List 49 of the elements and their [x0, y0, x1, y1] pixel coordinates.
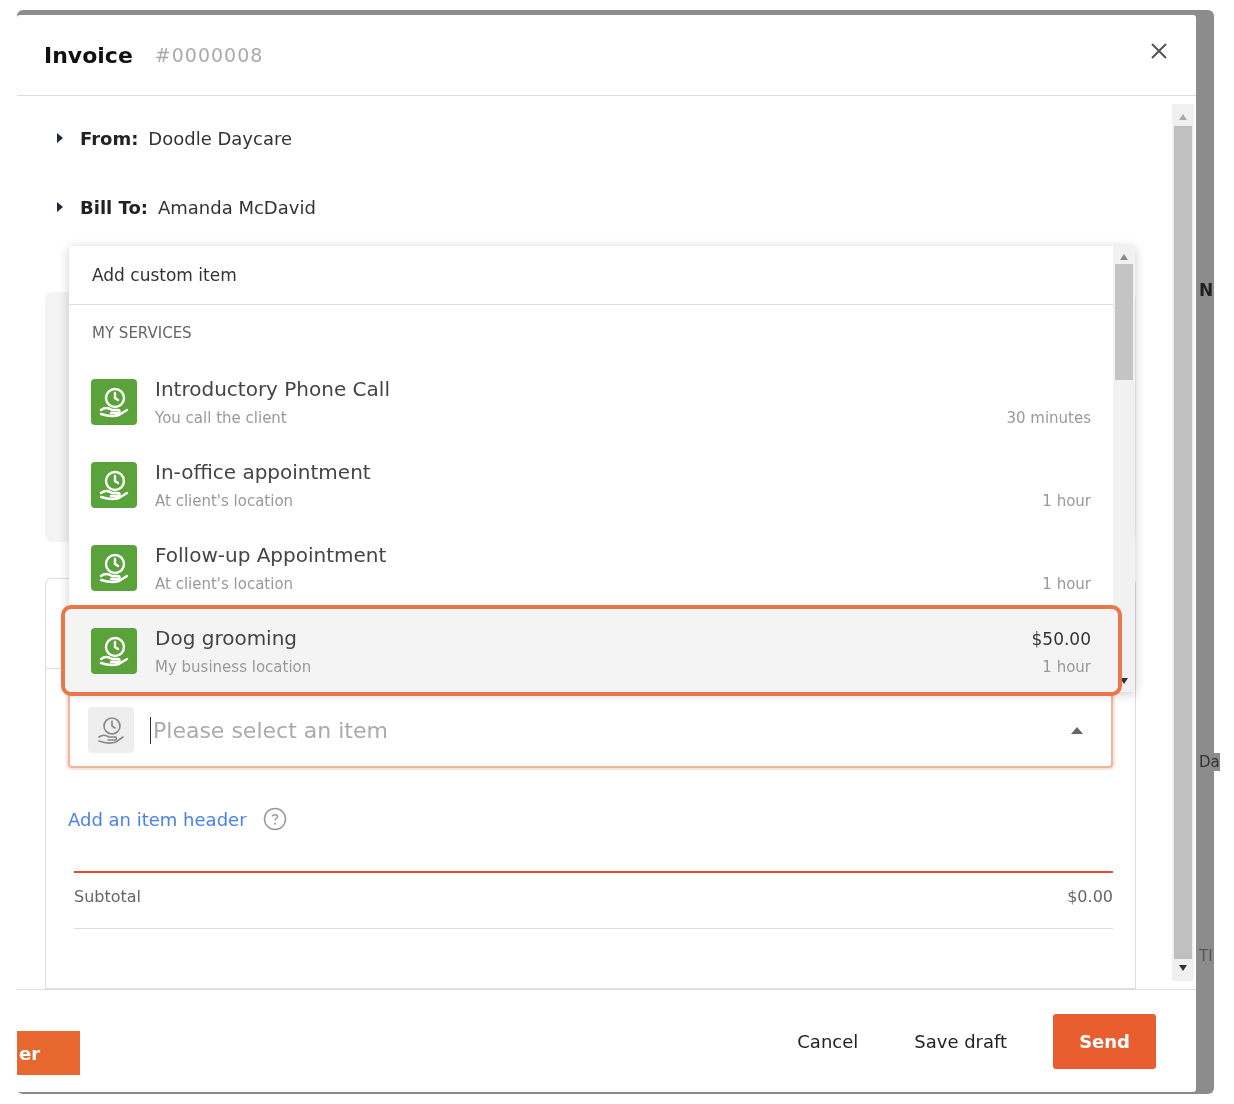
service-location: At client's location: [155, 491, 294, 510]
service-option[interactable]: Introductory Phone Call You call the client 30 minutes: [69, 360, 1113, 443]
scroll-down-icon[interactable]: [1120, 678, 1128, 684]
service-duration: 1 hour: [1042, 491, 1091, 510]
clock-hand-icon: [91, 544, 137, 591]
expand-caret-icon[interactable]: [56, 202, 64, 212]
scrollbar-thumb[interactable]: [1115, 264, 1133, 380]
footer-button[interactable]: Save draft: [898, 1016, 1024, 1066]
service-option[interactable]: Follow-up Appointment At client's location 1 hour: [69, 526, 1113, 609]
menu-item[interactable]: Add custom item: [69, 246, 1113, 305]
scroll-up-icon[interactable]: [1179, 114, 1187, 120]
clock-hand-icon: [91, 461, 137, 508]
group-heading: MY SERVICES: [91, 322, 193, 344]
caret-icon: [1071, 726, 1083, 734]
scrollbar[interactable]: [1113, 246, 1135, 692]
help-icon[interactable]: [262, 807, 287, 831]
service-duration: 30 minutes: [1006, 408, 1091, 427]
window-title: Invoice: [44, 42, 133, 68]
section-value: Amanda McDavid: [157, 196, 316, 218]
close-icon[interactable]: [1150, 42, 1168, 60]
invoice-number: #0000008: [154, 44, 264, 66]
service-location: You call the client: [155, 408, 287, 427]
clock-hand-icon: [91, 627, 137, 674]
service-name: Dog grooming: [155, 625, 298, 650]
clock-hand-icon: [91, 378, 137, 425]
service-price: $50.00: [1031, 628, 1091, 649]
subtotal-value: $0.00: [1067, 887, 1113, 906]
scrollbar-thumb[interactable]: [1174, 126, 1192, 959]
service-location: At client's location: [155, 574, 294, 593]
scroll-up-icon[interactable]: [1120, 254, 1128, 260]
footer-button[interactable]: Cancel: [781, 1016, 875, 1066]
section-label: From:: [80, 127, 139, 149]
background-text: N: [1199, 280, 1214, 300]
subtotal-label: Subtotal: [74, 887, 142, 906]
service-option[interactable]: In-office appointment At client's location 1 hour: [69, 443, 1113, 526]
add-item-header-link[interactable]: Add an item header: [68, 808, 247, 830]
section-label: Bill To:: [80, 196, 148, 218]
background-text: Da: [1199, 753, 1220, 771]
scrollbar[interactable]: [1172, 104, 1194, 981]
expand-caret-icon[interactable]: [56, 133, 64, 143]
clock-hand-icon: [88, 707, 134, 753]
service-name: Introductory Phone Call: [155, 376, 390, 401]
service-duration: 1 hour: [1042, 657, 1091, 676]
service-duration: 1 hour: [1042, 574, 1091, 593]
service-name: Follow-up Appointment: [155, 542, 387, 567]
section-value: Doodle Daycare: [148, 127, 292, 149]
scroll-down-icon[interactable]: [1179, 965, 1187, 971]
service-location: My business location: [155, 657, 312, 676]
service-name: In-office appointment: [155, 459, 371, 484]
